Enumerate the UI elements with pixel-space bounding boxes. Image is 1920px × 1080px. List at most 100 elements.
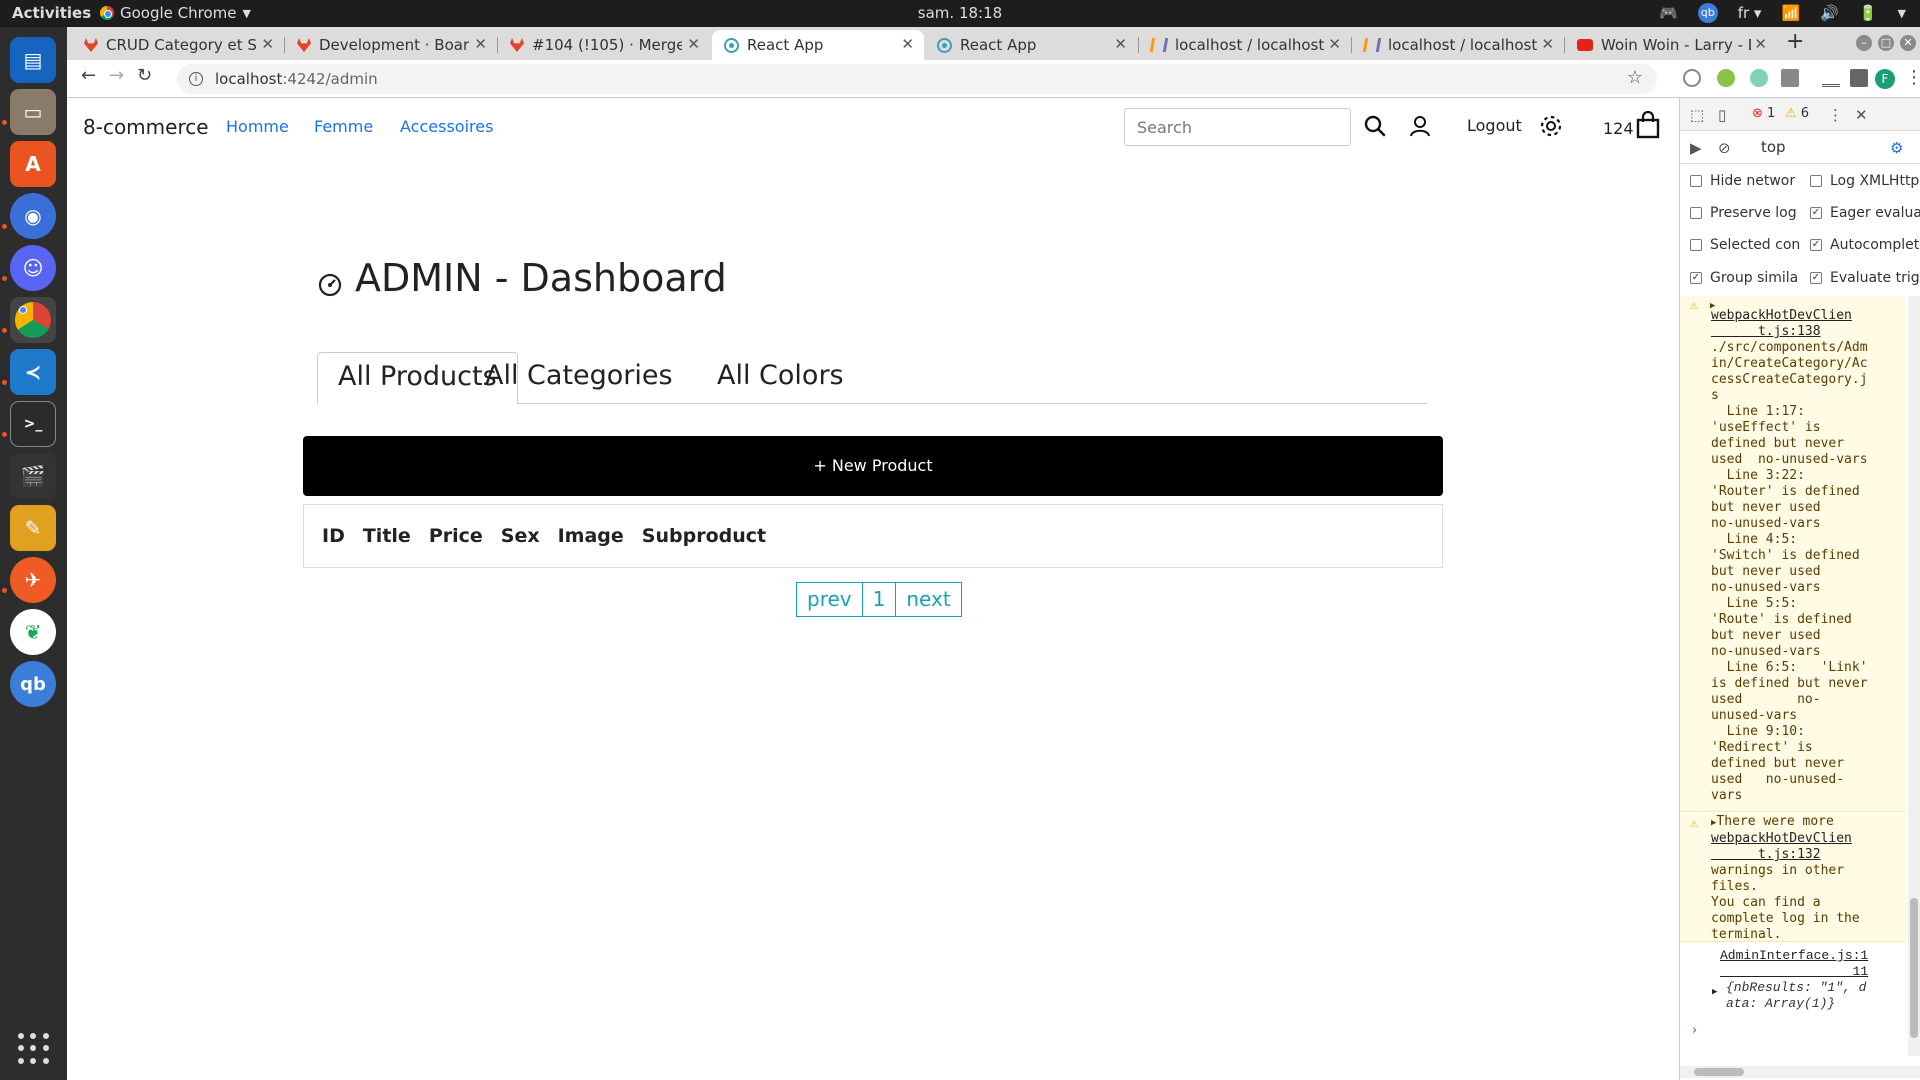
qbittorrent-tray-icon[interactable]: qb [1697,3,1718,23]
minimize-button[interactable]: – [1856,35,1872,51]
checkbox[interactable] [1810,175,1822,187]
clock[interactable]: sam. 18:18 [0,4,1920,22]
close-icon[interactable]: ✕ [1114,35,1127,53]
close-icon[interactable]: ✕ [261,35,274,53]
option-eager-evaluation[interactable]: ✓ Eager evalua [1810,205,1920,221]
dock-item-discord[interactable]: ☺ [10,245,56,291]
checkbox-checked[interactable]: ✓ [1810,239,1822,251]
browser-tab-active[interactable]: React App ✕ [712,30,924,60]
device-toggle-icon[interactable]: ▯ [1718,106,1726,124]
dock-item-postman[interactable]: ✈ [10,557,56,603]
dock-item-google-chrome[interactable] [10,297,56,343]
search-icon[interactable] [1363,114,1387,138]
chevron-down-icon[interactable]: ▼ [1898,7,1906,20]
log-object[interactable]: {nbResults: "1", d ata: Array(1)} [1726,980,1906,1012]
dock-item-software-center[interactable]: A [10,141,56,187]
activities-button[interactable]: Activities [12,4,91,22]
media-queue-icon[interactable] [1822,69,1840,87]
discord-tray-icon[interactable]: 🎮 [1659,4,1678,22]
forward-button[interactable]: → [109,65,124,86]
dock-item-terminal[interactable]: >_ [10,401,56,447]
browser-tab[interactable]: #104 (!105) · Merge Re ✕ [498,30,710,60]
dock-item-chromium[interactable]: ◉ [10,193,56,239]
close-icon[interactable]: ✕ [687,35,700,53]
checkbox-checked[interactable]: ✓ [1690,272,1702,284]
nav-link-accessoires[interactable]: Accessoires [400,117,493,136]
browser-tab[interactable]: localhost / localhost / ✕ [1139,30,1351,60]
error-count[interactable]: ⊗ 1 [1752,106,1775,121]
sidebar-toggle-icon[interactable]: ▶ [1690,139,1702,157]
info-icon[interactable]: i [189,72,203,86]
checkbox[interactable] [1690,207,1702,219]
tab-all-categories[interactable]: All Categories [465,352,693,404]
option-selected-context[interactable]: Selected con [1690,237,1800,253]
extension-icon[interactable] [1717,69,1735,87]
inspect-element-icon[interactable]: ⬚ [1690,106,1704,124]
gear-icon[interactable]: ⚙ [1890,139,1903,157]
language-indicator[interactable]: fr ▾ [1738,4,1762,22]
option-evaluate-triggers[interactable]: ✓ Evaluate trig [1810,270,1920,286]
option-preserve-log[interactable]: Preserve log [1690,205,1800,221]
gear-icon[interactable] [1539,114,1563,138]
search-input[interactable] [1124,108,1351,146]
reload-button[interactable]: ↻ [137,65,152,86]
option-log-xmlhttp[interactable]: Log XMLHttp [1810,173,1920,189]
dock-item-files[interactable]: ▭ [10,89,56,135]
nav-link-femme[interactable]: Femme [314,117,373,136]
dock-item-video-editor[interactable]: 🎬 [10,453,56,499]
address-bar[interactable]: i localhost:4242/admin ☆ [177,64,1657,94]
profile-avatar[interactable]: F [1875,69,1895,89]
close-icon[interactable]: ✕ [1541,35,1554,53]
extension-icon[interactable] [1750,69,1768,87]
new-tab-button[interactable]: + [1786,29,1804,54]
bookmark-star-icon[interactable]: ☆ [1627,67,1643,88]
close-icon[interactable]: ✕ [1328,35,1341,53]
dock-item-libreoffice-writer[interactable]: ▤ [10,37,56,83]
close-icon[interactable]: ✕ [1855,106,1868,124]
option-hide-network[interactable]: Hide networ [1690,173,1800,189]
dock-item-text-editor[interactable]: ✎ [10,505,56,551]
source-link[interactable]: webpackHotDevClien t.js:132 [1711,831,1852,862]
tab-all-colors[interactable]: All Colors [697,352,864,404]
dock-item-vscode[interactable]: ≺ [10,349,56,395]
console-scrollbar-thumb[interactable] [1910,898,1918,1038]
browser-tab[interactable]: Development · Boards ✕ [285,30,497,60]
expand-icon[interactable]: ▶ [1712,984,1717,1000]
more-options-icon[interactable]: ⋮ [1828,106,1843,124]
user-icon[interactable] [1408,114,1432,138]
option-group-similar[interactable]: ✓ Group simila [1690,270,1800,286]
more-menu-icon[interactable]: ⋮ [1905,67,1920,88]
context-selector[interactable]: top [1761,138,1786,156]
pagination-prev[interactable]: prev [796,582,863,617]
browser-tab[interactable]: CRUD Category et Sub ✕ [72,30,284,60]
source-link[interactable]: AdminInterface.js:1 11 [1720,948,1868,979]
close-icon[interactable]: ✕ [901,35,914,53]
checkbox-checked[interactable]: ✓ [1810,207,1822,219]
shopping-bag-icon[interactable] [1635,111,1661,139]
close-window-button[interactable]: ✕ [1900,35,1916,51]
system-tray[interactable]: 🎮 qb fr ▾ 📶 🔊 🔋 ▼ [1659,3,1906,23]
browser-tab[interactable]: Woin Woin - Larry - De ✕ [1565,30,1777,60]
expand-icon[interactable]: ▶ [1710,298,1715,314]
extension-icon[interactable] [1781,69,1799,87]
app-menu[interactable]: Google Chrome ▼ [100,4,251,22]
clear-console-icon[interactable]: ⊘ [1718,139,1731,157]
checkbox-checked[interactable]: ✓ [1810,272,1822,284]
dock-item-mongodb-compass[interactable]: ❦ [10,609,56,655]
extensions-puzzle-icon[interactable] [1850,69,1868,87]
browser-tab[interactable]: React App ✕ [925,30,1137,60]
back-button[interactable]: ← [81,65,96,86]
console-prompt[interactable]: › [1692,1023,1697,1038]
checkbox[interactable] [1690,175,1702,187]
maximize-button[interactable]: □ [1878,35,1894,51]
horizontal-scrollbar-thumb[interactable] [1694,1068,1744,1076]
option-autocomplete[interactable]: ✓ Autocomplet [1810,237,1920,253]
close-icon[interactable]: ✕ [474,35,487,53]
pagination-next[interactable]: next [895,582,962,617]
new-product-button[interactable]: + New Product [303,436,1443,496]
close-icon[interactable]: ✕ [1754,35,1767,53]
pagination-page-1[interactable]: 1 [861,582,897,617]
browser-tab[interactable]: localhost / localhost / ✕ [1352,30,1564,60]
show-applications-icon[interactable] [18,1033,50,1065]
brand-logo[interactable]: 8-commerce [83,115,209,139]
